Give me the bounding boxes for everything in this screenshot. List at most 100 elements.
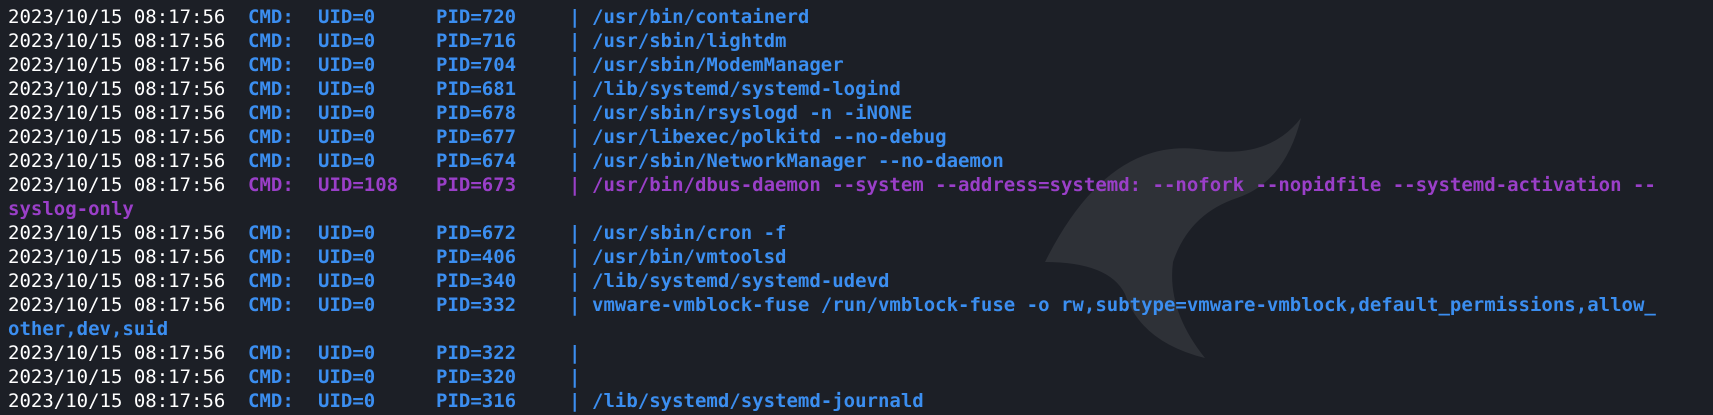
pid-value: PID=332 xyxy=(436,294,517,316)
cmd-label: CMD: xyxy=(248,78,294,100)
log-line: 2023/10/15 08:17:56 CMD: UID=0 PID=720 | /usr… xyxy=(8,5,1708,29)
command-path: /usr/sbin/cron -f xyxy=(592,222,787,244)
uid-value: UID=0 xyxy=(318,222,376,244)
uid-value: UID=0 xyxy=(318,78,376,100)
cmd-label: CMD: xyxy=(248,390,294,412)
separator: | xyxy=(569,294,581,316)
uid-value: UID=0 xyxy=(318,270,376,292)
uid-value: UID=0 xyxy=(318,6,376,28)
timestamp: 2023/10/15 08:17:56 xyxy=(8,342,226,364)
timestamp: 2023/10/15 08:17:56 xyxy=(8,6,226,28)
command-path: /usr/sbin/ModemManager xyxy=(592,54,844,76)
process-log-output: 2023/10/15 08:17:56 CMD: UID=0 PID=720 | /usr… xyxy=(8,5,1708,413)
cmd-label: CMD: xyxy=(248,342,294,364)
uid-value: UID=0 xyxy=(318,30,376,52)
pid-value: PID=673 xyxy=(436,174,517,196)
command-path: /usr/bin/dbus-daemon --system --address=… xyxy=(592,174,1656,196)
uid-value: UID=0 xyxy=(318,126,376,148)
log-line: 2023/10/15 08:17:56 CMD: UID=0 PID=316 | /lib… xyxy=(8,389,1708,413)
timestamp: 2023/10/15 08:17:56 xyxy=(8,102,226,124)
timestamp: 2023/10/15 08:17:56 xyxy=(8,294,226,316)
timestamp: 2023/10/15 08:17:56 xyxy=(8,30,226,52)
log-line: 2023/10/15 08:17:56 CMD: UID=0 PID=681 | /lib… xyxy=(8,77,1708,101)
pid-value: PID=674 xyxy=(436,150,517,172)
pid-value: PID=672 xyxy=(436,222,517,244)
uid-value: UID=0 xyxy=(318,102,376,124)
log-line: 2023/10/15 08:17:56 CMD: UID=0 PID=320 | xyxy=(8,365,1708,389)
timestamp: 2023/10/15 08:17:56 xyxy=(8,150,226,172)
command-path: /usr/sbin/lightdm xyxy=(592,30,787,52)
command-path: /usr/libexec/polkitd --no-debug xyxy=(592,126,947,148)
pid-value: PID=677 xyxy=(436,126,517,148)
log-line: 2023/10/15 08:17:56 CMD: UID=0 PID=406 | /usr… xyxy=(8,245,1708,269)
separator: | xyxy=(569,6,581,28)
pid-value: PID=320 xyxy=(436,366,517,388)
log-line: 2023/10/15 08:17:56 CMD: UID=0 PID=678 | /usr… xyxy=(8,101,1708,125)
command-path: /lib/systemd/systemd-logind xyxy=(592,78,901,100)
log-line: 2023/10/15 08:17:56 CMD: UID=0 PID=322 | xyxy=(8,341,1708,365)
uid-value: UID=108 xyxy=(318,174,399,196)
log-line: 2023/10/15 08:17:56 CMD: UID=0 PID=704 | /usr… xyxy=(8,53,1708,77)
cmd-label: CMD: xyxy=(248,366,294,388)
cmd-label: CMD: xyxy=(248,54,294,76)
log-line: 2023/10/15 08:17:56 CMD: UID=0 PID=672 | /usr… xyxy=(8,221,1708,245)
cmd-label: CMD: xyxy=(248,294,294,316)
pid-value: PID=704 xyxy=(436,54,517,76)
command-path: /usr/sbin/rsyslogd -n -iNONE xyxy=(592,102,913,124)
timestamp: 2023/10/15 08:17:56 xyxy=(8,390,226,412)
cmd-label: CMD: xyxy=(248,174,294,196)
log-line: 2023/10/15 08:17:56 CMD: UID=108 PID=673 | /u… xyxy=(8,173,1708,197)
cmd-label: CMD: xyxy=(248,222,294,244)
pid-value: PID=716 xyxy=(436,30,517,52)
separator: | xyxy=(569,246,581,268)
terminal-window[interactable]: 2023/10/15 08:17:56 CMD: UID=0 PID=720 | /usr… xyxy=(0,0,1713,415)
timestamp: 2023/10/15 08:17:56 xyxy=(8,222,226,244)
command-path-continuation: syslog-only xyxy=(8,198,134,220)
log-line: 2023/10/15 08:17:56 CMD: UID=0 PID=677 | /usr… xyxy=(8,125,1708,149)
separator: | xyxy=(569,366,581,388)
separator: | xyxy=(569,222,581,244)
separator: | xyxy=(569,150,581,172)
separator: | xyxy=(569,174,581,196)
command-path-continuation: other,dev,suid xyxy=(8,318,169,340)
separator: | xyxy=(569,270,581,292)
separator: | xyxy=(569,30,581,52)
timestamp: 2023/10/15 08:17:56 xyxy=(8,126,226,148)
timestamp: 2023/10/15 08:17:56 xyxy=(8,78,226,100)
timestamp: 2023/10/15 08:17:56 xyxy=(8,54,226,76)
uid-value: UID=0 xyxy=(318,390,376,412)
command-path: /usr/bin/vmtoolsd xyxy=(592,246,787,268)
uid-value: UID=0 xyxy=(318,54,376,76)
command-path: /usr/bin/containerd xyxy=(592,6,810,28)
separator: | xyxy=(569,126,581,148)
timestamp: 2023/10/15 08:17:56 xyxy=(8,270,226,292)
pid-value: PID=720 xyxy=(436,6,517,28)
log-line: 2023/10/15 08:17:56 CMD: UID=0 PID=674 | /usr… xyxy=(8,149,1708,173)
pid-value: PID=678 xyxy=(436,102,517,124)
uid-value: UID=0 xyxy=(318,150,376,172)
separator: | xyxy=(569,102,581,124)
separator: | xyxy=(569,54,581,76)
command-path: /lib/systemd/systemd-journald xyxy=(592,390,924,412)
cmd-label: CMD: xyxy=(248,246,294,268)
cmd-label: CMD: xyxy=(248,102,294,124)
command-path: /lib/systemd/systemd-udevd xyxy=(592,270,890,292)
timestamp: 2023/10/15 08:17:56 xyxy=(8,366,226,388)
uid-value: UID=0 xyxy=(318,294,376,316)
command-path: vmware-vmblock-fuse /run/vmblock-fuse -o… xyxy=(592,294,1656,316)
pid-value: PID=322 xyxy=(436,342,517,364)
cmd-label: CMD: xyxy=(248,150,294,172)
pid-value: PID=316 xyxy=(436,390,517,412)
uid-value: UID=0 xyxy=(318,366,376,388)
pid-value: PID=681 xyxy=(436,78,517,100)
uid-value: UID=0 xyxy=(318,342,376,364)
log-line: 2023/10/15 08:17:56 CMD: UID=0 PID=716 | /usr… xyxy=(8,29,1708,53)
command-path: /usr/sbin/NetworkManager --no-daemon xyxy=(592,150,1004,172)
timestamp: 2023/10/15 08:17:56 xyxy=(8,174,226,196)
cmd-label: CMD: xyxy=(248,270,294,292)
timestamp: 2023/10/15 08:17:56 xyxy=(8,246,226,268)
log-line: 2023/10/15 08:17:56 CMD: UID=0 PID=332 | vmwa… xyxy=(8,293,1708,317)
separator: | xyxy=(569,342,581,364)
pid-value: PID=406 xyxy=(436,246,517,268)
separator: | xyxy=(569,390,581,412)
